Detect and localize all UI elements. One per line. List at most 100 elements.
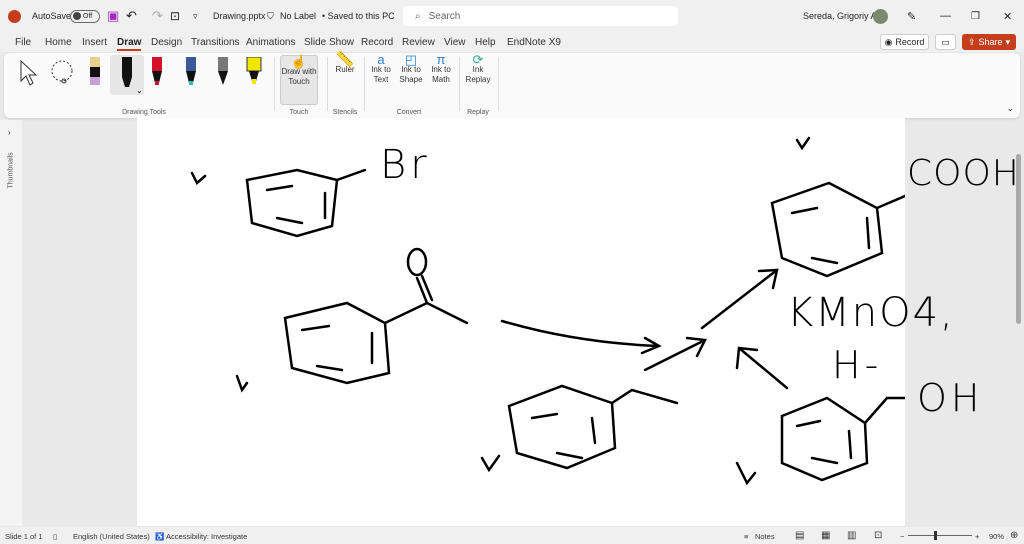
styrene-ring	[507, 384, 679, 470]
lasso-select-icon[interactable]	[48, 59, 78, 87]
zoom-in-button[interactable]: +	[975, 532, 979, 541]
comments-button[interactable]: ▭	[935, 34, 956, 50]
user-name[interactable]: Sereda, Grigoriy A	[803, 0, 877, 32]
slide-canvas[interactable]: Br COOH KMnO4, H- OH O	[137, 118, 1019, 526]
replay-icon: ⟳	[472, 52, 484, 67]
title-bar: AutoSave Off ▣ ↶ ↷ ⊡ ▿ Drawing.pptx ⛉ No…	[0, 0, 1024, 32]
tab-home[interactable]: Home	[45, 37, 72, 48]
tab-endnote[interactable]: EndNote X9	[507, 37, 561, 48]
group-convert: Convert	[396, 109, 422, 116]
ink-to-shape-button[interactable]: ◰ Ink to Shape	[397, 52, 425, 85]
tab-animations[interactable]: Animations	[246, 37, 295, 48]
language[interactable]: English (United States)	[73, 532, 150, 541]
spelling-icon[interactable]: ▯	[53, 532, 57, 541]
highlighter-yellow[interactable]	[245, 57, 263, 87]
ink-reagent-kmno4: KMnO4,	[787, 290, 955, 336]
search-box[interactable]: ⌕ Search	[403, 6, 678, 26]
tab-transitions[interactable]: Transitions	[191, 37, 240, 48]
group-replay: Replay	[467, 109, 489, 116]
ruler-button[interactable]: 📏 Ruler	[330, 51, 360, 75]
ink-oh: OH	[917, 376, 984, 420]
tab-slide-show[interactable]: Slide Show	[304, 37, 354, 48]
sensitivity-label[interactable]: No Label	[280, 0, 316, 32]
customize-qat-icon[interactable]: ▿	[193, 0, 198, 32]
ink-reagent-h: H-	[832, 343, 883, 387]
ribbon: ⌄ Drawing Tools ☝ Draw with Touch Touch 📏…	[4, 51, 1020, 118]
pen-red[interactable]	[150, 57, 164, 87]
record-button[interactable]: ◉ Record	[880, 34, 929, 50]
undo-icon[interactable]: ↶	[126, 0, 137, 32]
restore-icon[interactable]: ❐	[971, 0, 980, 32]
reading-view-icon[interactable]: ▥	[847, 530, 856, 541]
search-icon: ⌕	[415, 10, 421, 22]
autosave-label: AutoSave	[32, 11, 72, 21]
select-arrow-icon[interactable]	[18, 59, 40, 87]
autosave-toggle[interactable]: Off	[70, 0, 100, 32]
acetophenone-ring	[283, 247, 469, 385]
vertical-scrollbar[interactable]	[1014, 120, 1022, 526]
powerpoint-logo-icon	[8, 0, 21, 32]
minimize-icon[interactable]: —	[940, 0, 951, 32]
tab-record[interactable]: Record	[361, 37, 393, 48]
ink-to-math-button[interactable]: π Ink to Math	[427, 52, 455, 85]
ribbon-tabs: File Home Insert Draw Design Transitions…	[0, 32, 1024, 52]
pen-black[interactable]: ⌄	[110, 55, 144, 95]
shield-icon: ⛉	[267, 10, 274, 21]
expand-thumbnails-icon[interactable]: ›	[8, 128, 11, 137]
ink-br: Br	[380, 142, 431, 188]
slide-sorter-icon[interactable]: ▦	[821, 530, 830, 541]
present-icon[interactable]: ⊡	[170, 0, 180, 32]
save-status[interactable]: • Saved to this PC	[322, 0, 395, 32]
tab-review[interactable]: Review	[402, 37, 435, 48]
pen-galaxy[interactable]	[184, 57, 198, 87]
status-bar: Slide 1 of 1 ▯ English (United States) ♿…	[0, 527, 1024, 544]
zoom-slider[interactable]	[908, 535, 972, 536]
collapse-ribbon-icon[interactable]: ⌄	[1006, 103, 1014, 114]
tab-view[interactable]: View	[444, 37, 466, 48]
share-icon: ⇪	[967, 36, 976, 47]
touch-icon: ☝	[290, 54, 308, 69]
tab-help[interactable]: Help	[475, 37, 496, 48]
fit-slide-icon[interactable]: ⊕	[1010, 530, 1018, 541]
ruler-icon: 📏	[335, 51, 355, 68]
slide-counter: Slide 1 of 1	[5, 532, 43, 541]
redo-icon[interactable]: ↷	[152, 0, 163, 32]
tab-draw[interactable]: Draw	[117, 37, 142, 51]
pencil-gray[interactable]	[216, 57, 230, 87]
zoom-slider-thumb[interactable]	[934, 531, 937, 540]
file-name[interactable]: Drawing.pptx	[213, 0, 266, 32]
share-button[interactable]: ⇪ Share ▾	[962, 34, 1016, 50]
group-touch: Touch	[289, 109, 309, 116]
normal-view-icon[interactable]: ▤	[795, 530, 804, 541]
benzyl-alcohol-ring	[780, 396, 905, 482]
ink-replay-button[interactable]: ⟳ Ink Replay	[464, 52, 492, 85]
ink-to-text-button[interactable]: a Ink to Text	[368, 52, 394, 85]
record-icon: ◉	[884, 36, 893, 47]
thumbnails-label: Thumbnails	[7, 152, 15, 189]
pen-icon[interactable]: ✎	[907, 0, 916, 32]
tab-design[interactable]: Design	[151, 37, 182, 48]
accessibility-status[interactable]: Accessibility: Investigate	[166, 532, 247, 541]
tab-insert[interactable]: Insert	[82, 37, 107, 48]
ink-to-text-icon: a	[377, 52, 385, 67]
scrollbar-thumb[interactable]	[1016, 154, 1021, 324]
eraser-pen-icon[interactable]	[88, 57, 102, 87]
ink-to-math-icon: π	[436, 52, 446, 67]
avatar[interactable]	[873, 0, 888, 32]
ink-to-shape-icon: ◰	[404, 52, 418, 67]
draw-with-touch-button[interactable]: ☝ Draw with Touch	[280, 55, 318, 105]
arrows	[500, 268, 789, 390]
bromobenzene-ring	[245, 168, 367, 238]
slideshow-icon[interactable]: ⊡	[874, 530, 882, 541]
group-drawing-tools: Drawing Tools	[122, 109, 166, 116]
zoom-level[interactable]: 90%	[989, 532, 1004, 541]
thumbnails-pane[interactable]: › Thumbnails	[0, 120, 22, 526]
group-stencils: Stencils	[332, 109, 358, 116]
close-icon[interactable]: ✕	[1003, 0, 1012, 32]
zoom-out-button[interactable]: −	[900, 532, 904, 541]
save-icon[interactable]: ▣	[107, 0, 119, 32]
benzoic-acid-ring	[770, 181, 905, 278]
notes-button[interactable]: Notes	[755, 532, 775, 541]
tab-file[interactable]: File	[15, 37, 31, 48]
ink-cooh-text: COOH	[907, 153, 1020, 194]
